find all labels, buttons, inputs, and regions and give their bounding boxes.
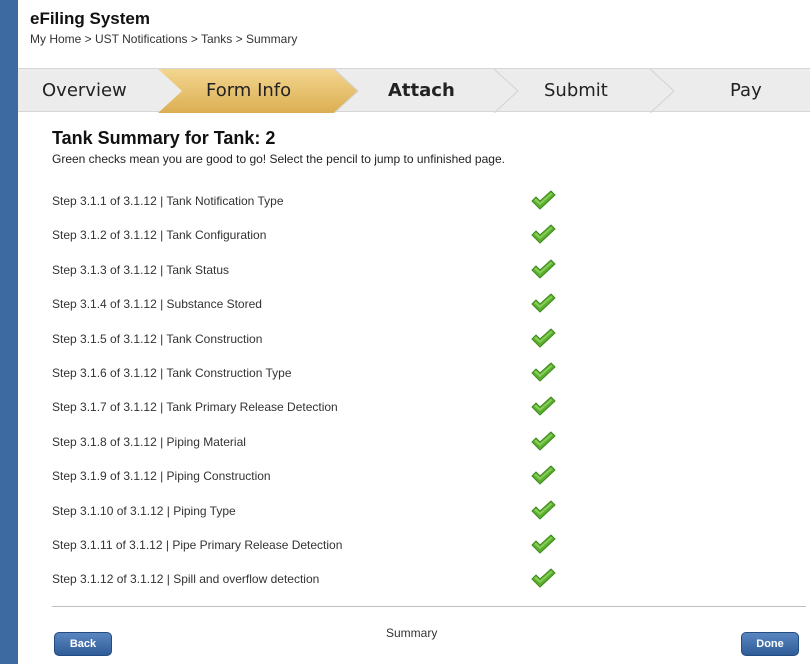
green-check-icon <box>531 224 556 244</box>
summary-row-label: Step 3.1.10 of 3.1.12 | Piping Type <box>52 503 236 518</box>
green-check-icon <box>531 190 556 210</box>
step-separator <box>493 69 519 113</box>
summary-row: Step 3.1.5 of 3.1.12 | Tank Construction <box>52 328 752 366</box>
summary-row: Step 3.1.12 of 3.1.12 | Spill and overfl… <box>52 568 752 606</box>
step-form-info[interactable]: Form Info <box>206 69 291 113</box>
summary-row: Step 3.1.2 of 3.1.12 | Tank Configuratio… <box>52 224 752 262</box>
summary-row: Step 3.1.11 of 3.1.12 | Pipe Primary Rel… <box>52 534 752 572</box>
summary-row-label: Step 3.1.8 of 3.1.12 | Piping Material <box>52 434 246 449</box>
summary-row-label: Step 3.1.11 of 3.1.12 | Pipe Primary Rel… <box>52 538 343 552</box>
green-check-icon <box>531 534 556 554</box>
summary-row: Step 3.1.8 of 3.1.12 | Piping Material <box>52 431 752 469</box>
left-accent-bar <box>0 0 18 664</box>
step-attach[interactable]: Attach <box>388 69 455 113</box>
done-button[interactable]: Done <box>741 632 799 656</box>
green-check-icon <box>531 500 556 520</box>
green-check-icon <box>531 328 556 348</box>
green-check-icon <box>531 259 556 279</box>
green-check-icon <box>531 465 556 485</box>
summary-row-label: Step 3.1.5 of 3.1.12 | Tank Construction <box>52 331 263 346</box>
summary-row: Step 3.1.9 of 3.1.12 | Piping Constructi… <box>52 465 752 503</box>
green-check-icon <box>531 431 556 451</box>
footer-divider <box>52 606 806 607</box>
summary-row-label: Step 3.1.4 of 3.1.12 | Substance Stored <box>52 297 262 312</box>
wizard-steps: Overview Form Info Attach Submit Pay <box>18 68 810 113</box>
summary-row-label: Step 3.1.3 of 3.1.12 | Tank Status <box>52 262 230 277</box>
summary-row-label: Step 3.1.7 of 3.1.12 | Tank Primary Rele… <box>52 400 338 415</box>
green-check-icon <box>531 362 556 382</box>
summary-row-label: Step 3.1.9 of 3.1.12 | Piping Constructi… <box>52 469 271 484</box>
summary-row-label: Step 3.1.12 of 3.1.12 | Spill and overfl… <box>52 572 320 587</box>
back-button[interactable]: Back <box>54 632 112 656</box>
summary-row-label: Step 3.1.6 of 3.1.12 | Tank Construction… <box>52 366 292 380</box>
breadcrumb[interactable]: My Home > UST Notifications > Tanks > Su… <box>30 32 297 46</box>
step-pay[interactable]: Pay <box>730 69 762 113</box>
summary-row: Step 3.1.4 of 3.1.12 | Substance Stored <box>52 293 752 331</box>
step-separator <box>649 69 675 113</box>
summary-row: Step 3.1.7 of 3.1.12 | Tank Primary Rele… <box>52 396 752 434</box>
step-submit[interactable]: Submit <box>544 69 608 113</box>
summary-row: Step 3.1.1 of 3.1.12 | Tank Notification… <box>52 190 752 228</box>
step-overview[interactable]: Overview <box>42 69 127 113</box>
summary-row-label: Step 3.1.1 of 3.1.12 | Tank Notification… <box>52 194 284 208</box>
summary-row: Step 3.1.6 of 3.1.12 | Tank Construction… <box>52 362 752 400</box>
summary-row: Step 3.1.3 of 3.1.12 | Tank Status <box>52 259 752 297</box>
green-check-icon <box>531 293 556 313</box>
green-check-icon <box>531 396 556 416</box>
summary-row-label: Step 3.1.2 of 3.1.12 | Tank Configuratio… <box>52 228 267 243</box>
green-check-icon <box>531 568 556 588</box>
summary-row: Step 3.1.10 of 3.1.12 | Piping Type <box>52 500 752 538</box>
app-title: eFiling System <box>30 9 150 28</box>
footer-summary-label: Summary <box>386 626 438 640</box>
page-title: Tank Summary for Tank: 2 <box>52 128 276 148</box>
page-subtitle: Green checks mean you are good to go! Se… <box>52 152 505 166</box>
